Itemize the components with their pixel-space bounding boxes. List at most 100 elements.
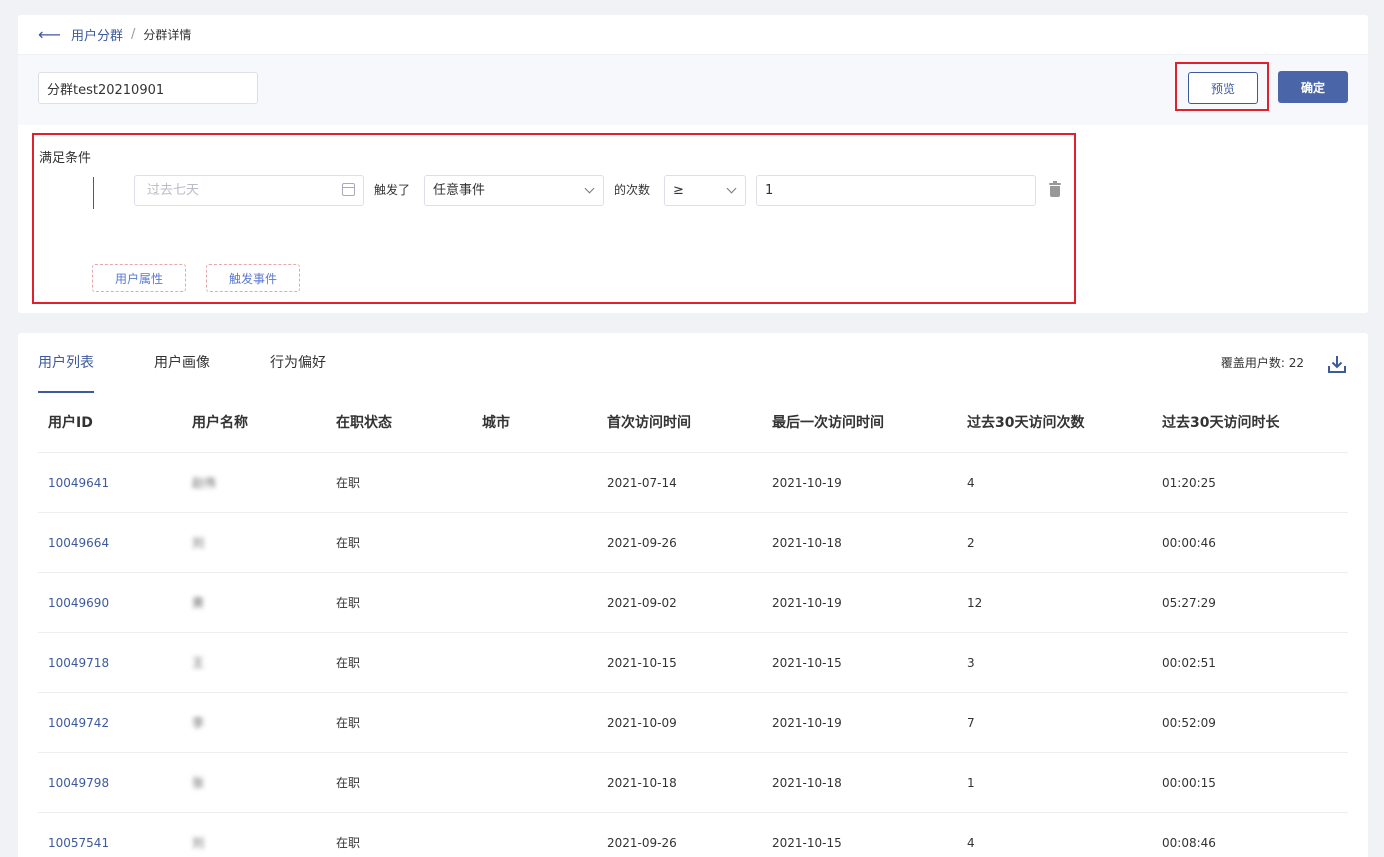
table-cell: 2021-09-26 [607, 536, 677, 550]
table-cell: 12 [967, 596, 983, 610]
date-range-placeholder: 过去七天 [147, 183, 200, 198]
column-header: 用户ID [48, 415, 93, 431]
coverage-label: 覆盖用户数: [1220, 356, 1285, 370]
table-cell: 2021-10-18 [772, 776, 842, 790]
table-cell: 在职 [336, 596, 361, 610]
condition-group-line [93, 177, 94, 209]
table-cell: 05:27:29 [1162, 596, 1216, 610]
table-cell: 00:00:15 [1162, 776, 1216, 790]
tab-behavior-preference[interactable]: 行为偏好 [270, 333, 326, 393]
table-cell: 4 [967, 836, 975, 850]
table-cell: 王 [192, 656, 205, 670]
column-header: 首次访问时间 [607, 415, 691, 431]
user-id-link[interactable]: 10057541 [48, 813, 109, 857]
table-cell: 2021-10-09 [607, 716, 677, 730]
calendar-icon [342, 183, 355, 196]
table-cell: 2021-10-19 [772, 716, 842, 730]
condition-title: 满足条件 [39, 151, 92, 166]
condition-section: 满足条件 过去七天 触发了 任意事件 的次数 ≥ 1 用户属性 触发事件 [32, 133, 1076, 304]
table-cell: 在职 [336, 716, 361, 730]
back-arrow-icon[interactable]: ⟵ [38, 26, 61, 43]
table-cell: 00:00:46 [1162, 536, 1216, 550]
table-cell: 00:08:46 [1162, 836, 1216, 850]
trash-icon[interactable] [1049, 181, 1061, 197]
user-list-card: 用户列表 用户画像 行为偏好 覆盖用户数: 22 用户ID 用户名称 在职状态 城市 首… [18, 333, 1368, 857]
chevron-down-icon [584, 183, 595, 194]
user-id-link[interactable]: 10049641 [48, 453, 109, 513]
user-id-link[interactable]: 10049742 [48, 693, 109, 753]
count-input-value: 1 [765, 183, 774, 198]
operator-select-value: ≥ [673, 183, 684, 198]
table-cell: 在职 [336, 656, 361, 670]
table-cell: 2021-09-02 [607, 596, 677, 610]
table-cell: 2021-10-18 [772, 536, 842, 550]
table-cell: 刘 [192, 536, 205, 550]
table-row[interactable]: 10049690 黄 在职 2021-09-02 2021-10-19 12 05:27:2… [38, 573, 1348, 633]
table-header: 用户ID 用户名称 在职状态 城市 首次访问时间 最后一次访问时间 过去30天访问次数 过去3… [38, 393, 1348, 453]
table-cell: 01:20:25 [1162, 476, 1216, 490]
user-id-link[interactable]: 10049690 [48, 573, 109, 633]
column-header: 最后一次访问时间 [772, 415, 884, 431]
table-cell: 1 [967, 776, 975, 790]
table-cell: 2 [967, 536, 975, 550]
table-cell: 2021-10-15 [772, 836, 842, 850]
download-icon[interactable] [1327, 354, 1347, 374]
segment-name-bar: 预览 确定 [18, 55, 1368, 125]
table-cell: 赵伟 [192, 476, 217, 490]
table-row[interactable]: 10049641 赵伟 在职 2021-07-14 2021-10-19 4 01:20:2… [38, 453, 1348, 513]
column-header: 在职状态 [336, 415, 392, 431]
table-cell: 4 [967, 476, 975, 490]
table-cell: 李 [192, 716, 205, 730]
breadcrumb-current: 分群详情 [143, 28, 192, 42]
confirm-button[interactable]: 确定 [1278, 71, 1348, 103]
tab-user-list[interactable]: 用户列表 [38, 333, 94, 393]
table-cell: 2021-10-19 [772, 476, 842, 490]
count-input[interactable]: 1 [756, 175, 1036, 206]
table-cell: 2021-07-14 [607, 476, 677, 490]
table-row[interactable]: 10049798 张 在职 2021-10-18 2021-10-18 1 00:00:15 [38, 753, 1348, 813]
table-cell: 2021-09-26 [607, 836, 677, 850]
tabs-bar: 用户列表 用户画像 行为偏好 覆盖用户数: 22 [18, 333, 1368, 393]
table-cell: 刘 [192, 836, 205, 850]
user-id-link[interactable]: 10049798 [48, 753, 109, 813]
date-range-picker[interactable]: 过去七天 [134, 175, 364, 206]
table-cell: 2021-10-15 [607, 656, 677, 670]
event-select-value: 任意事件 [433, 183, 486, 198]
operator-select[interactable]: ≥ [664, 175, 746, 206]
preview-button[interactable]: 预览 [1188, 72, 1258, 104]
table-cell: 3 [967, 656, 975, 670]
column-header: 用户名称 [192, 415, 248, 431]
breadcrumb-separator: / [130, 27, 136, 42]
table-cell: 张 [192, 776, 205, 790]
add-trigger-event-button[interactable]: 触发事件 [206, 264, 300, 292]
table-cell: 在职 [336, 536, 361, 550]
table-cell: 00:52:09 [1162, 716, 1216, 730]
chevron-down-icon [726, 183, 737, 194]
column-header: 城市 [482, 415, 510, 431]
table-cell: 在职 [336, 776, 361, 790]
segment-name-input[interactable] [38, 72, 258, 104]
user-id-link[interactable]: 10049718 [48, 633, 109, 693]
add-user-attribute-button[interactable]: 用户属性 [92, 264, 186, 292]
table-cell: 7 [967, 716, 975, 730]
table-cell: 00:02:51 [1162, 656, 1216, 670]
table-cell: 在职 [336, 476, 361, 490]
table-row[interactable]: 10049742 李 在职 2021-10-09 2021-10-19 7 00:52:09 [38, 693, 1348, 753]
breadcrumb-parent-link[interactable]: 用户分群 [71, 25, 123, 44]
triggered-label: 触发了 [374, 183, 411, 197]
column-header: 过去30天访问次数 [967, 415, 1085, 431]
segment-editor-card: ⟵ 用户分群 / 分群详情 预览 确定 满足条件 过去七天 触发了 任意事件 的… [18, 15, 1368, 313]
table-cell: 黄 [192, 596, 205, 610]
count-label: 的次数 [614, 183, 651, 197]
coverage-count: 覆盖用户数: 22 [1221, 333, 1304, 393]
table-row[interactable]: 10049718 王 在职 2021-10-15 2021-10-15 3 00:02:51 [38, 633, 1348, 693]
table-cell: 在职 [336, 836, 361, 850]
event-select[interactable]: 任意事件 [424, 175, 604, 206]
table-row[interactable]: 10049664 刘 在职 2021-09-26 2021-10-18 2 00:00:46 [38, 513, 1348, 573]
tab-user-portrait[interactable]: 用户画像 [154, 333, 210, 393]
table-row[interactable]: 10057541 刘 在职 2021-09-26 2021-10-15 4 00:08:46 [38, 813, 1348, 857]
table-cell: 2021-10-18 [607, 776, 677, 790]
user-id-link[interactable]: 10049664 [48, 513, 109, 573]
breadcrumb: ⟵ 用户分群 / 分群详情 [18, 15, 1368, 55]
table-cell: 2021-10-15 [772, 656, 842, 670]
